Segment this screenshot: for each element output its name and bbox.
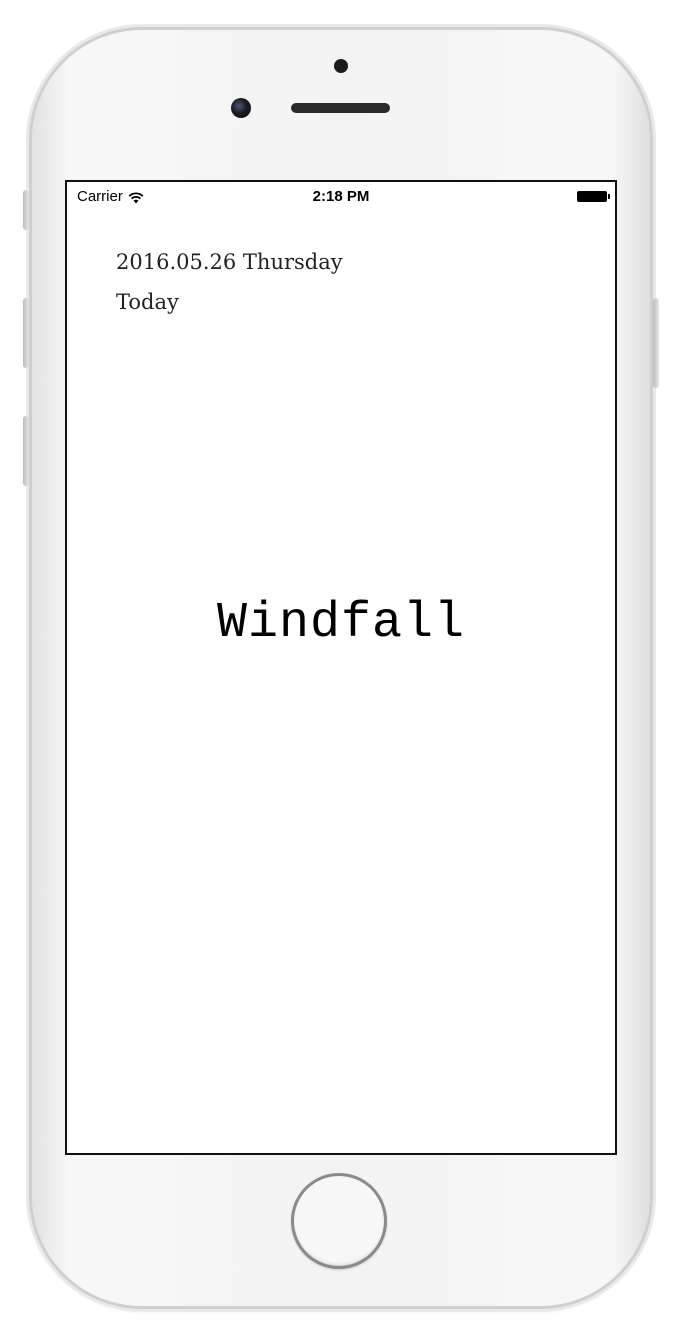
home-button-icon[interactable] xyxy=(291,1173,387,1269)
proximity-sensor xyxy=(334,59,348,73)
app-screen: Carrier 2:18 PM 2016.05.26 Thursday Toda… xyxy=(65,180,617,1155)
app-title: Windfall xyxy=(216,595,466,652)
status-bar: Carrier 2:18 PM xyxy=(67,182,615,212)
today-label: Today xyxy=(116,290,179,314)
volume-up-button xyxy=(23,298,29,368)
power-button xyxy=(653,298,659,388)
mute-switch xyxy=(23,190,29,230)
status-time: 2:18 PM xyxy=(312,188,370,205)
battery-icon xyxy=(577,191,610,202)
volume-down-button xyxy=(23,416,29,486)
front-camera-icon xyxy=(231,98,251,118)
date-label: 2016.05.26 Thursday xyxy=(116,250,343,274)
earpiece-speaker xyxy=(291,103,390,113)
